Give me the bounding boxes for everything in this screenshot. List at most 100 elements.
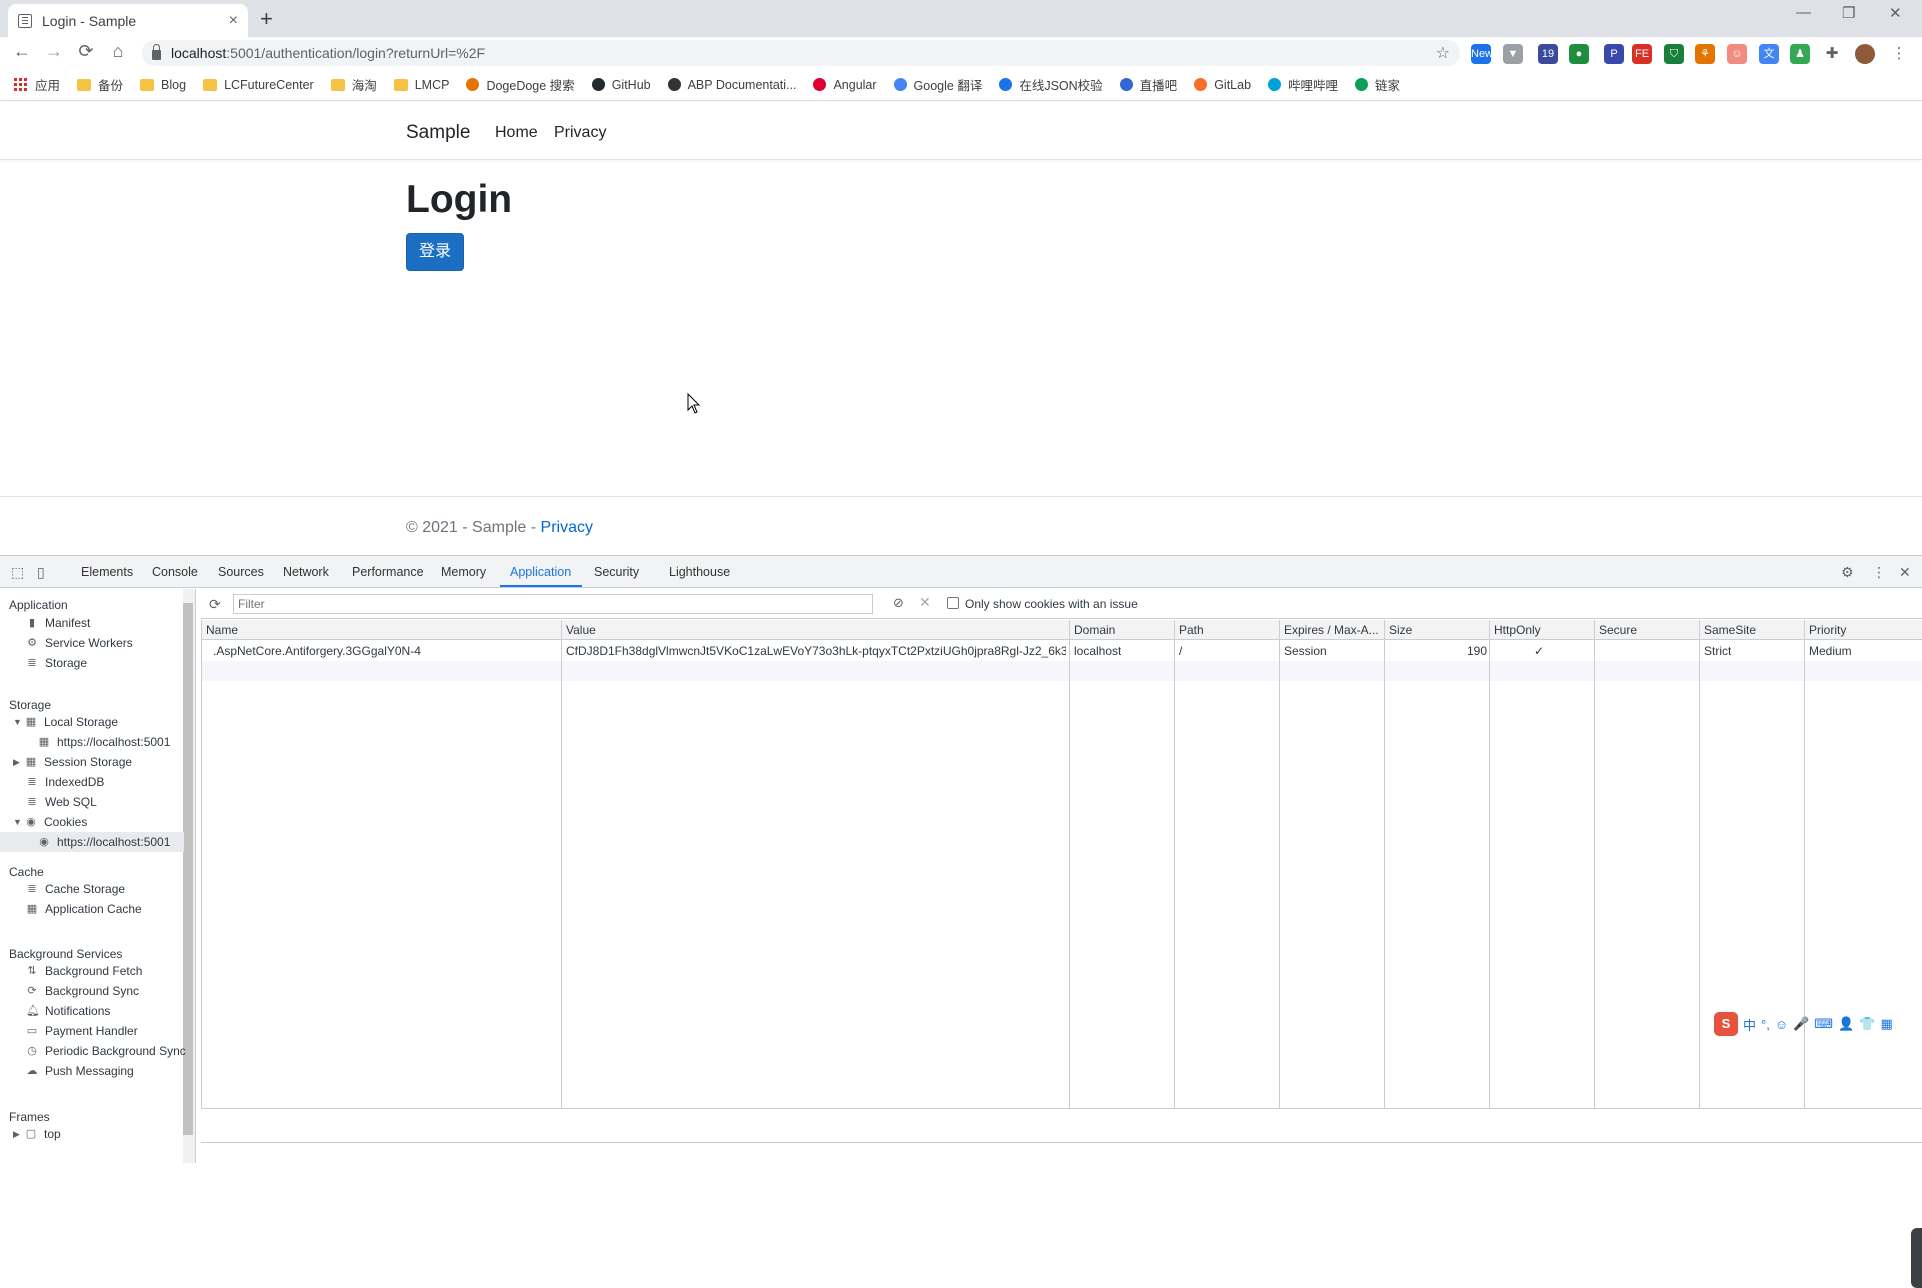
bookmark-item[interactable]: GitHub: [591, 78, 651, 92]
tab-elements[interactable]: Elements: [81, 565, 133, 579]
column-header-name[interactable]: Name: [206, 623, 238, 637]
sidebar-item-background-fetch[interactable]: ⇅ Background Fetch: [26, 961, 142, 981]
column-header-domain[interactable]: Domain: [1074, 623, 1115, 637]
bookmark-item[interactable]: Google 翻译: [893, 75, 982, 94]
bookmark-item[interactable]: 备份: [77, 75, 123, 94]
tab-lighthouse[interactable]: Lighthouse: [669, 565, 730, 579]
tab-security[interactable]: Security: [594, 565, 639, 579]
leaf-extension-icon[interactable]: ●: [1569, 44, 1589, 64]
address-bar[interactable]: localhost :5001/authentication/login?ret…: [142, 40, 1460, 66]
bookmark-item[interactable]: LCFutureCenter: [203, 78, 314, 92]
p-extension-icon[interactable]: P: [1604, 44, 1624, 64]
delete-selected-icon[interactable]: ✕: [919, 594, 931, 611]
column-header-path[interactable]: Path: [1179, 623, 1204, 637]
sidebar-item-local-storage-origin[interactable]: ▦ https://localhost:5001: [38, 732, 171, 752]
bookmark-item[interactable]: Blog: [140, 78, 186, 92]
cat-extension-icon[interactable]: ☺: [1727, 44, 1747, 64]
column-header-priority[interactable]: Priority: [1809, 623, 1846, 637]
sidebar-item-notifications[interactable]: 🔔︎ Notifications: [26, 1001, 110, 1021]
back-icon[interactable]: ←: [10, 41, 34, 62]
table-empty-row[interactable]: [201, 661, 1922, 681]
sidebar-item-background-sync[interactable]: ⟳ Background Sync: [26, 981, 139, 1001]
lock-icon[interactable]: [152, 44, 161, 60]
ime-emoji-icon[interactable]: ☺: [1775, 1017, 1788, 1032]
reload-icon[interactable]: ⟳: [74, 41, 98, 62]
bookmark-item[interactable]: 应用: [14, 75, 60, 94]
new-extension-icon[interactable]: New: [1471, 44, 1493, 64]
browser-tab[interactable]: Login - Sample ×: [8, 4, 248, 37]
expand-triangle-icon[interactable]: ▼: [13, 717, 23, 727]
nav-privacy-link[interactable]: Privacy: [554, 124, 606, 142]
cookies-filter-input[interactable]: [233, 594, 873, 614]
sogou-logo-icon[interactable]: S: [1714, 1012, 1738, 1036]
sidebar-item-cookies[interactable]: ▼ ◉ Cookies: [13, 812, 87, 832]
bookmark-item[interactable]: 海淘: [330, 75, 377, 94]
side-drawer-handle[interactable]: [1911, 1228, 1922, 1288]
tree-extension-icon[interactable]: ⚘: [1695, 44, 1715, 64]
settings-gear-icon[interactable]: ⚙: [1841, 564, 1854, 581]
bookmark-star-icon[interactable]: ☆: [1436, 43, 1450, 63]
android-extension-icon[interactable]: ♟: [1790, 44, 1810, 64]
table-row[interactable]: .AspNetCore.Antiforgery.3GGgalY0N-4 CfDJ…: [201, 641, 1922, 661]
bookmark-item[interactable]: 哔哩哔哩: [1268, 75, 1338, 94]
bookmark-item[interactable]: 在线JSON校验: [999, 75, 1103, 94]
refresh-icon[interactable]: ⟳: [209, 596, 221, 613]
column-header-samesite[interactable]: SameSite: [1704, 623, 1756, 637]
tab-close-icon[interactable]: ×: [229, 12, 238, 30]
column-header-httponly[interactable]: HttpOnly: [1494, 623, 1541, 637]
ime-menu-icon[interactable]: ▦: [1880, 1016, 1892, 1032]
collapse-triangle-icon[interactable]: ▶: [13, 1129, 23, 1140]
tab-performance[interactable]: Performance: [352, 565, 424, 579]
tab-application[interactable]: Application: [510, 565, 571, 579]
nav-home-link[interactable]: Home: [495, 124, 538, 142]
close-window-button[interactable]: ✕: [1889, 4, 1902, 22]
sidebar-item-manifest[interactable]: ▮ Manifest: [26, 613, 90, 633]
bookmark-item[interactable]: Angular: [813, 78, 877, 92]
sidebar-item-push-messaging[interactable]: ☁ Push Messaging: [26, 1061, 134, 1081]
forward-icon[interactable]: →: [42, 41, 66, 62]
sidebar-scrollbar[interactable]: [183, 589, 195, 1163]
bookmark-item[interactable]: ABP Documentati...: [667, 78, 796, 92]
more-options-icon[interactable]: ⋮: [1872, 564, 1886, 581]
vue-extension-icon[interactable]: ▼: [1503, 44, 1523, 64]
fe-extension-icon[interactable]: FE: [1632, 44, 1652, 64]
close-devtools-icon[interactable]: ✕: [1899, 564, 1911, 581]
new-tab-button[interactable]: +: [260, 6, 273, 32]
sidebar-item-periodic-sync[interactable]: ◷ Periodic Background Sync: [26, 1041, 186, 1061]
translate-extension-icon[interactable]: 文: [1759, 44, 1779, 64]
bookmark-item[interactable]: GitLab: [1194, 78, 1251, 92]
site-brand[interactable]: Sample: [406, 122, 470, 144]
login-button[interactable]: 登录: [406, 233, 464, 271]
expand-triangle-icon[interactable]: ▼: [13, 817, 23, 827]
tab-console[interactable]: Console: [152, 565, 198, 579]
ime-skin-icon[interactable]: 👕: [1859, 1016, 1875, 1032]
home-icon[interactable]: ⌂: [106, 41, 130, 62]
tab-network[interactable]: Network: [283, 565, 329, 579]
sidebar-item-session-storage[interactable]: ▶ ▦ Session Storage: [13, 752, 132, 772]
ime-keyboard-icon[interactable]: ⌨: [1814, 1016, 1833, 1032]
column-header-value[interactable]: Value: [566, 623, 596, 637]
sidebar-item-payment-handler[interactable]: ▭ Payment Handler: [26, 1021, 138, 1041]
sidebar-item-cache-storage[interactable]: ≣ Cache Storage: [26, 879, 125, 899]
ime-punctuation-icon[interactable]: °,: [1761, 1017, 1770, 1032]
sidebar-item-storage[interactable]: ≣ Storage: [26, 653, 87, 673]
bookmark-item[interactable]: DogeDoge 搜索: [466, 75, 575, 94]
sidebar-item-service-workers[interactable]: ⚙ Service Workers: [26, 633, 133, 653]
inspect-element-icon[interactable]: ⬚: [11, 564, 24, 581]
sidebar-item-websql[interactable]: ≣ Web SQL: [26, 792, 96, 812]
sidebar-item-cookies-origin[interactable]: ◉ https://localhost:5001: [38, 832, 170, 852]
sidebar-item-application-cache[interactable]: ▦ Application Cache: [26, 899, 142, 919]
minimize-button[interactable]: —: [1796, 4, 1811, 21]
sidebar-item-frame-top[interactable]: ▶ ▢ top: [13, 1124, 61, 1144]
puzzle-extension-icon[interactable]: ✚: [1822, 44, 1842, 64]
tab-memory[interactable]: Memory: [441, 565, 486, 579]
collapse-triangle-icon[interactable]: ▶: [13, 757, 23, 768]
device-toolbar-icon[interactable]: ▯: [37, 564, 45, 581]
restore-button[interactable]: ❐: [1842, 4, 1855, 22]
graduation-extension-icon[interactable]: 19: [1538, 44, 1558, 64]
column-header-expires[interactable]: Expires / Max-A...: [1284, 623, 1379, 637]
menu-icon[interactable]: ⋮: [1889, 44, 1909, 64]
sidebar-item-indexeddb[interactable]: ≣ IndexedDB: [26, 772, 104, 792]
footer-privacy-link[interactable]: Privacy: [541, 519, 593, 536]
column-header-size[interactable]: Size: [1389, 623, 1412, 637]
